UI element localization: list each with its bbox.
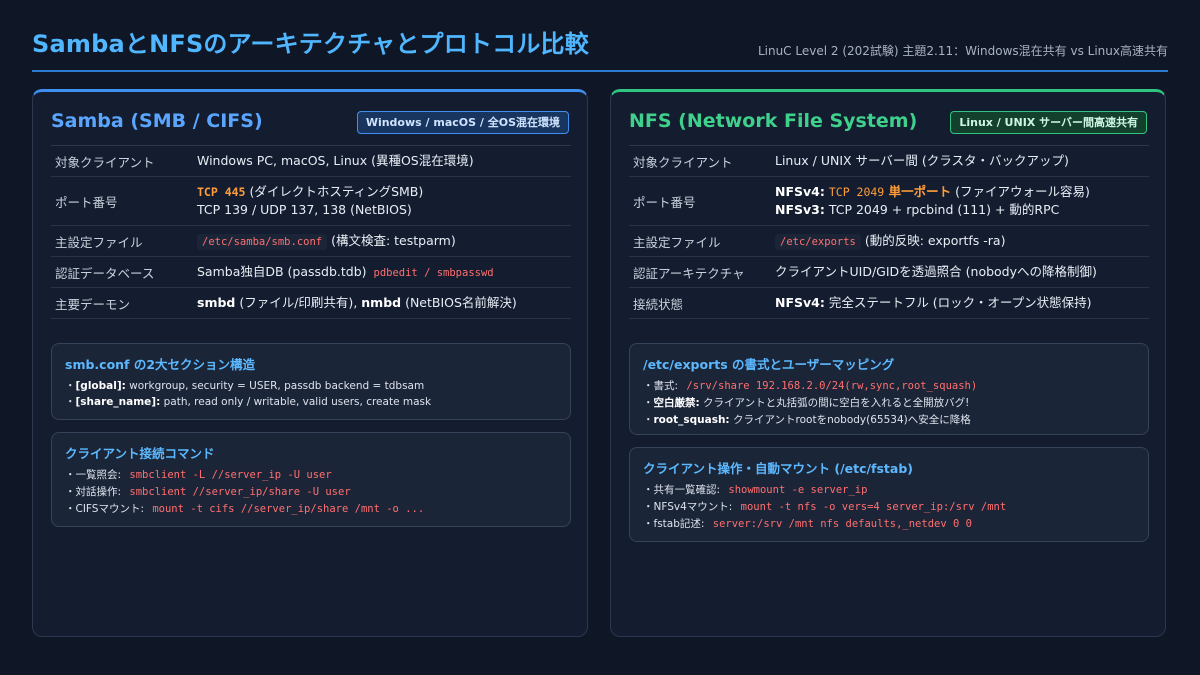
- row-value: /etc/samba/smb.conf (構文検査: testparm): [197, 232, 571, 251]
- row-key: 認証アーキテクチャ: [633, 265, 745, 281]
- list-item: ・一覧照会: smbclient -L //server_ip -U user: [65, 467, 562, 484]
- row-key: ポート番号: [633, 194, 696, 210]
- table-row: 対象クライアント Windows PC, macOS, Linux (異種OS混…: [51, 146, 571, 177]
- nfsv4-single: 単一ポート: [884, 184, 952, 199]
- auth-db: Samba独自DB (passdb.tdb): [197, 263, 371, 279]
- row-key: ポート番号: [55, 194, 118, 210]
- box-title: クライアント操作・自動マウント (/etc/fstab): [643, 461, 914, 476]
- table-row: 接続状態 NFSv4: 完全ステートフル (ロック・オープン状態保持): [629, 288, 1149, 319]
- box-title: smb.conf の2大セクション構造: [65, 357, 256, 372]
- command-code: /srv/share 192.168.2.0/24(rw,sync,root_s…: [681, 378, 983, 394]
- row-value: Windows PC, macOS, Linux (異種OS混在環境): [197, 153, 474, 168]
- config-note: (動的反映: exportfs -ra): [860, 232, 1006, 248]
- box-title: クライアント接続コマンド: [65, 446, 215, 461]
- list-item: ・[global]: workgroup, security = USER, p…: [65, 380, 425, 392]
- daemon-smbd: smbd: [197, 295, 236, 310]
- samba-table: 対象クライアント Windows PC, macOS, Linux (異種OS混…: [51, 145, 571, 319]
- row-key: 主設定ファイル: [633, 234, 721, 250]
- smbconf-section-box: smb.conf の2大セクション構造 ・[global]: workgroup…: [51, 343, 571, 420]
- list-item: ・[share_name]: path, read only / writabl…: [65, 396, 432, 408]
- list-item: ・書式: /srv/share 192.168.2.0/24(rw,sync,r…: [643, 378, 1140, 395]
- client-commands-box: クライアント接続コマンド ・一覧照会: smbclient -L //serve…: [51, 432, 571, 527]
- table-row: 対象クライアント Linux / UNIX サーバー間 (クラスタ・バックアップ…: [629, 146, 1149, 177]
- page-subtitle: LinuC Level 2 (202試験) 主題2.11：Windows混在共有…: [757, 44, 1168, 58]
- table-row: 認証データベース Samba独自DB (passdb.tdb) pdbedit …: [51, 257, 571, 288]
- row-key: 対象クライアント: [633, 154, 733, 170]
- row-key: 接続状態: [633, 296, 684, 312]
- table-row: ポート番号 NFSv4: TCP 2049 単一ポート (ファイアウォール容易)…: [629, 177, 1149, 226]
- row-key: 主要デーモン: [55, 296, 131, 312]
- nfs-tag: Linux / UNIX サーバー間高速共有: [950, 111, 1147, 134]
- daemon-nmbd: nmbd: [361, 295, 402, 310]
- row-value: NFSv4: TCP 2049 単一ポート (ファイアウォール容易) NFSv3…: [775, 183, 1149, 219]
- fstab-mount-box: クライアント操作・自動マウント (/etc/fstab) ・共有一覧確認: sh…: [629, 447, 1149, 542]
- table-row: 認証アーキテクチャ クライアントUID/GIDを透過照合 (nobodyへの降格…: [629, 257, 1149, 288]
- table-row: 主設定ファイル /etc/samba/smb.conf (構文検査: testp…: [51, 226, 571, 257]
- exports-syntax-box: /etc/exports の書式とユーザーマッピング ・書式: /srv/sha…: [629, 343, 1149, 435]
- row-value: Linux / UNIX サーバー間 (クラスタ・バックアップ): [775, 153, 1069, 168]
- config-note: (構文検査: testparm): [327, 232, 456, 248]
- auth-commands: pdbedit / smbpasswd: [373, 266, 494, 279]
- nfsv3-ports: TCP 2049 + rpcbind (111) + 動的RPC: [824, 202, 1060, 217]
- page-header: SambaとNFSのアーキテクチャとプロトコル比較 LinuC Level 2 …: [32, 22, 1168, 72]
- command-code: smbclient -L //server_ip -U user: [124, 467, 337, 483]
- list-item: ・対話操作: smbclient //server_ip/share -U us…: [65, 484, 562, 501]
- nfsv4-label: NFSv4:: [775, 184, 825, 199]
- list-item: ・空白厳禁: クライアントと丸括弧の間に空白を入れると全開放バグ!: [643, 397, 970, 409]
- command-code: mount -t cifs //server_ip/share /mnt -o …: [147, 501, 430, 517]
- state-text: 完全ステートフル (ロック・オープン状態保持): [824, 295, 1092, 310]
- state-label: NFSv4:: [775, 295, 825, 310]
- tcp-port: TCP 445: [197, 185, 246, 199]
- box-title: /etc/exports の書式とユーザーマッピング: [643, 357, 895, 372]
- list-item: ・NFSv4マウント: mount -t nfs -o vers=4 serve…: [643, 499, 1140, 516]
- samba-tag: Windows / macOS / 全OS混在環境: [356, 111, 569, 134]
- nfsv4-port: TCP 2049: [828, 185, 885, 199]
- table-row: ポート番号 TCP 445 (ダイレクトホスティングSMB) TCP 139 /…: [51, 177, 571, 226]
- row-value: クライアントUID/GIDを透過照合 (nobodyへの降格制御): [775, 264, 1097, 279]
- row-value: smbd (ファイル/印刷共有), nmbd (NetBIOS名前解決): [197, 294, 571, 312]
- samba-title: Samba (SMB / CIFS): [51, 110, 263, 132]
- row-value: Samba独自DB (passdb.tdb) pdbedit / smbpass…: [197, 263, 571, 282]
- command-code: mount -t nfs -o vers=4 server_ip:/srv /m…: [735, 499, 1012, 515]
- config-path: /etc/exports: [775, 233, 861, 250]
- row-value: /etc/exports (動的反映: exportfs -ra): [775, 232, 1149, 251]
- row-key: 対象クライアント: [55, 154, 155, 170]
- nfs-table: 対象クライアント Linux / UNIX サーバー間 (クラスタ・バックアップ…: [629, 145, 1149, 319]
- nfsv3-label: NFSv3:: [775, 202, 825, 217]
- netbios-ports: TCP 139 / UDP 137, 138 (NetBIOS): [197, 202, 412, 217]
- table-row: 主要デーモン smbd (ファイル/印刷共有), nmbd (NetBIOS名前…: [51, 288, 571, 319]
- table-row: 主設定ファイル /etc/exports (動的反映: exportfs -ra…: [629, 226, 1149, 257]
- row-value: TCP 445 (ダイレクトホスティングSMB) TCP 139 / UDP 1…: [197, 183, 571, 219]
- samba-panel: Samba (SMB / CIFS) Windows / macOS / 全OS…: [32, 89, 588, 637]
- nfs-panel: NFS (Network File System) Linux / UNIX サ…: [610, 89, 1166, 637]
- row-value: NFSv4: 完全ステートフル (ロック・オープン状態保持): [775, 294, 1149, 312]
- row-key: 認証データベース: [55, 265, 155, 281]
- command-code: smbclient //server_ip/share -U user: [124, 484, 356, 500]
- page-title: SambaとNFSのアーキテクチャとプロトコル比較: [32, 30, 589, 58]
- daemon-smbd-note: (ファイル/印刷共有),: [235, 295, 362, 310]
- daemon-nmbd-note: (NetBIOS名前解決): [401, 295, 517, 310]
- command-code: server:/srv /mnt nfs defaults,_netdev 0 …: [707, 516, 977, 532]
- list-item: ・共有一覧確認: showmount -e server_ip: [643, 482, 1140, 499]
- list-item: ・CIFSマウント: mount -t cifs //server_ip/sha…: [65, 501, 562, 518]
- nfsv4-note: (ファイアウォール容易): [951, 184, 1090, 199]
- command-code: showmount -e server_ip: [723, 482, 873, 498]
- row-key: 主設定ファイル: [55, 234, 143, 250]
- config-path: /etc/samba/smb.conf: [197, 233, 328, 250]
- list-item: ・fstab記述: server:/srv /mnt nfs defaults,…: [643, 516, 1140, 533]
- list-item: ・root_squash: クライアントrootをnobody(65534)へ安…: [643, 414, 971, 426]
- nfs-title: NFS (Network File System): [629, 110, 918, 132]
- tcp-note: (ダイレクトホスティングSMB): [245, 184, 424, 199]
